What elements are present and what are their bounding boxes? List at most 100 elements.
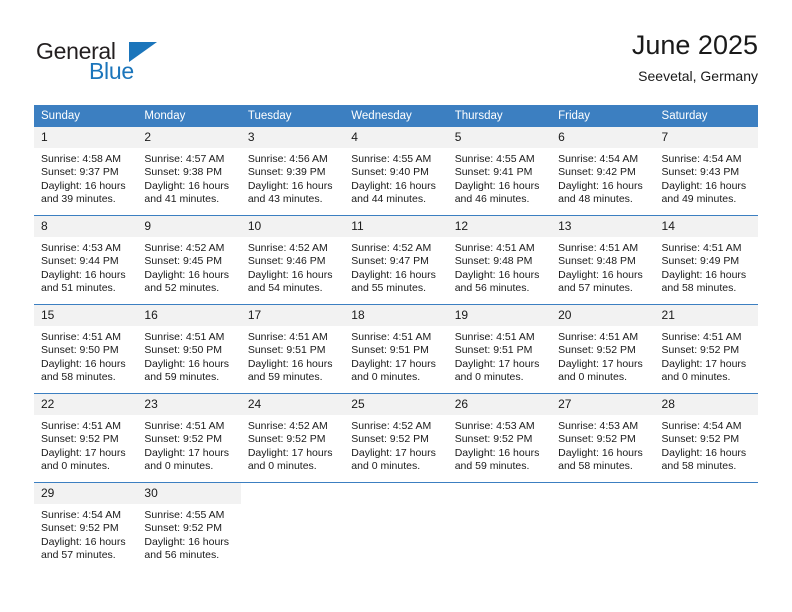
daylight-text-line1: Daylight: 16 hours [454, 446, 540, 459]
calendar-day-cell[interactable] [344, 482, 448, 571]
calendar-day-cell[interactable]: 18 Sunrise: 4:51 AM Sunset: 9:51 PM Dayligh… [344, 304, 448, 394]
day-info: Sunrise: 4:55 AM Sunset: 9:40 PM Daylight:… [344, 148, 447, 207]
calendar-day-cell[interactable]: 15 Sunrise: 4:51 AM Sunset: 9:50 PM Dayligh… [34, 304, 138, 394]
sunrise-text: Sunrise: 4:57 AM [144, 153, 225, 165]
calendar-day-cell[interactable]: 5 Sunrise: 4:55 AM Sunset: 9:41 PM Daylight… [447, 127, 552, 216]
sunrise-text: Sunrise: 4:53 AM [454, 420, 535, 432]
day-info: Sunrise: 4:52 AM Sunset: 9:45 PM Daylight:… [137, 237, 240, 296]
day-cell-inner: 24 Sunrise: 4:52 AM Sunset: 9:52 PM Dayligh… [240, 394, 345, 482]
daylight-text-line1: Daylight: 16 hours [661, 446, 747, 459]
calendar-day-cell[interactable]: 2 Sunrise: 4:57 AM Sunset: 9:38 PM Daylight… [137, 127, 241, 216]
calendar-day-cell[interactable]: 16 Sunrise: 4:51 AM Sunset: 9:50 PM Dayligh… [137, 304, 241, 394]
daylight-text-line1: Daylight: 17 hours [351, 357, 436, 370]
daylight-text-line1: Daylight: 17 hours [454, 357, 540, 370]
calendar-day-cell[interactable]: 4 Sunrise: 4:55 AM Sunset: 9:40 PM Daylight… [344, 127, 448, 216]
calendar-day-cell[interactable]: 7 Sunrise: 4:54 AM Sunset: 9:43 PM Daylight… [654, 127, 758, 216]
day-cell-inner: 18 Sunrise: 4:51 AM Sunset: 9:51 PM Dayligh… [344, 305, 448, 393]
day-info: Sunrise: 4:54 AM Sunset: 9:42 PM Daylight:… [551, 148, 654, 207]
calendar-page: General Blue June 2025 Seevetal, Germany… [0, 0, 792, 612]
logo-text-blue: Blue [89, 58, 134, 84]
calendar-day-cell[interactable]: 13 Sunrise: 4:51 AM Sunset: 9:48 PM Dayligh… [551, 215, 655, 305]
day-cell-inner [654, 483, 758, 571]
day-number: 22 [34, 394, 138, 415]
sunrise-text: Sunrise: 4:54 AM [41, 509, 121, 521]
calendar-day-cell[interactable]: 30 Sunrise: 4:55 AM Sunset: 9:52 PM Dayligh… [137, 482, 241, 571]
day-number: 20 [551, 305, 655, 326]
calendar-day-cell[interactable]: 27 Sunrise: 4:53 AM Sunset: 9:52 PM Dayligh… [551, 393, 655, 483]
sunset-text: Sunset: 9:48 PM [454, 255, 533, 268]
daylight-text-line1: Daylight: 16 hours [661, 268, 747, 281]
sunrise-text: Sunrise: 4:52 AM [144, 242, 225, 254]
day-cell-inner: 25 Sunrise: 4:52 AM Sunset: 9:52 PM Dayligh… [344, 394, 448, 482]
daylight-text-line1: Daylight: 16 hours [144, 179, 230, 192]
calendar-day-cell[interactable]: 19 Sunrise: 4:51 AM Sunset: 9:51 PM Dayligh… [447, 304, 552, 394]
calendar-day-cell[interactable] [447, 482, 552, 571]
calendar-day-cell[interactable]: 23 Sunrise: 4:51 AM Sunset: 9:52 PM Dayligh… [137, 393, 241, 483]
daylight-text-line2: and 41 minutes. [144, 193, 220, 206]
daylight-text-line1: Daylight: 16 hours [351, 268, 436, 281]
calendar-day-cell[interactable] [654, 482, 758, 571]
sunrise-text: Sunrise: 4:54 AM [661, 420, 742, 432]
sunrise-text: Sunrise: 4:55 AM [454, 153, 535, 165]
calendar-day-cell[interactable]: 12 Sunrise: 4:51 AM Sunset: 9:48 PM Dayligh… [447, 215, 552, 305]
weekday-header-monday: Monday [137, 105, 241, 127]
day-number: 15 [34, 305, 138, 326]
day-info: Sunrise: 4:51 AM Sunset: 9:52 PM Daylight:… [655, 326, 758, 385]
daylight-text-line2: and 59 minutes. [247, 371, 323, 384]
sunrise-text: Sunrise: 4:51 AM [351, 331, 432, 343]
day-info: Sunrise: 4:53 AM Sunset: 9:44 PM Daylight:… [34, 237, 137, 296]
day-cell-inner: 11 Sunrise: 4:52 AM Sunset: 9:47 PM Dayligh… [344, 216, 448, 304]
sunset-text: Sunset: 9:46 PM [247, 255, 326, 268]
calendar-day-cell[interactable]: 6 Sunrise: 4:54 AM Sunset: 9:42 PM Daylight… [551, 127, 655, 216]
calendar-day-cell[interactable]: 17 Sunrise: 4:51 AM Sunset: 9:51 PM Dayligh… [240, 304, 345, 394]
calendar-day-cell[interactable]: 14 Sunrise: 4:51 AM Sunset: 9:49 PM Dayligh… [654, 215, 758, 305]
day-cell-inner: 10 Sunrise: 4:52 AM Sunset: 9:46 PM Dayligh… [240, 216, 345, 304]
calendar-day-cell[interactable]: 22 Sunrise: 4:51 AM Sunset: 9:52 PM Dayligh… [34, 393, 138, 483]
day-cell-inner: 1 Sunrise: 4:58 AM Sunset: 9:37 PM Daylight… [34, 127, 138, 215]
day-info: Sunrise: 4:57 AM Sunset: 9:38 PM Daylight:… [137, 148, 240, 207]
day-cell-inner: 8 Sunrise: 4:53 AM Sunset: 9:44 PM Daylight… [34, 216, 138, 304]
sunrise-text: Sunrise: 4:55 AM [144, 509, 225, 521]
calendar-day-cell[interactable]: 1 Sunrise: 4:58 AM Sunset: 9:37 PM Daylight… [34, 127, 138, 216]
daylight-text-line1: Daylight: 16 hours [247, 179, 333, 192]
calendar-day-cell[interactable]: 26 Sunrise: 4:53 AM Sunset: 9:52 PM Dayligh… [447, 393, 552, 483]
calendar-day-cell[interactable]: 28 Sunrise: 4:54 AM Sunset: 9:52 PM Dayligh… [654, 393, 758, 483]
daylight-text-line1: Daylight: 17 hours [247, 446, 333, 459]
daylight-text-line2: and 46 minutes. [454, 193, 530, 206]
sunrise-text: Sunrise: 4:55 AM [351, 153, 432, 165]
daylight-text-line2: and 55 minutes. [351, 282, 426, 295]
day-cell-inner: 28 Sunrise: 4:54 AM Sunset: 9:52 PM Dayligh… [654, 394, 758, 482]
calendar-day-cell[interactable] [551, 482, 655, 571]
day-info: Sunrise: 4:53 AM Sunset: 9:52 PM Daylight:… [448, 415, 551, 474]
calendar-day-cell[interactable] [240, 482, 345, 571]
sunrise-text: Sunrise: 4:51 AM [661, 242, 742, 254]
calendar-day-cell[interactable]: 20 Sunrise: 4:51 AM Sunset: 9:52 PM Dayligh… [551, 304, 655, 394]
daylight-text-line1: Daylight: 16 hours [41, 268, 126, 281]
calendar-day-cell[interactable]: 29 Sunrise: 4:54 AM Sunset: 9:52 PM Dayligh… [34, 482, 138, 571]
calendar-day-cell[interactable]: 8 Sunrise: 4:53 AM Sunset: 9:44 PM Daylight… [34, 215, 138, 305]
calendar-day-cell[interactable]: 3 Sunrise: 4:56 AM Sunset: 9:39 PM Daylight… [240, 127, 345, 216]
daylight-text-line1: Daylight: 17 hours [661, 357, 747, 370]
calendar-day-cell[interactable]: 25 Sunrise: 4:52 AM Sunset: 9:52 PM Dayligh… [344, 393, 448, 483]
day-number: 1 [34, 127, 138, 148]
daylight-text-line1: Daylight: 16 hours [454, 179, 540, 192]
calendar-day-cell[interactable]: 21 Sunrise: 4:51 AM Sunset: 9:52 PM Dayligh… [654, 304, 758, 394]
calendar-day-cell[interactable]: 24 Sunrise: 4:52 AM Sunset: 9:52 PM Dayligh… [240, 393, 345, 483]
day-info: Sunrise: 4:51 AM Sunset: 9:51 PM Daylight:… [448, 326, 551, 385]
daylight-text-line1: Daylight: 16 hours [558, 179, 643, 192]
daylight-text-line2: and 59 minutes. [144, 371, 220, 384]
day-cell-inner: 29 Sunrise: 4:54 AM Sunset: 9:52 PM Dayligh… [34, 483, 138, 571]
daylight-text-line1: Daylight: 16 hours [144, 268, 230, 281]
sunset-text: Sunset: 9:43 PM [661, 166, 740, 179]
day-number: 23 [137, 394, 241, 415]
daylight-text-line2: and 56 minutes. [454, 282, 530, 295]
daylight-text-line2: and 0 minutes. [144, 460, 214, 473]
calendar-day-cell[interactable]: 10 Sunrise: 4:52 AM Sunset: 9:46 PM Dayligh… [240, 215, 345, 305]
calendar-day-cell[interactable]: 11 Sunrise: 4:52 AM Sunset: 9:47 PM Dayligh… [344, 215, 448, 305]
day-number: 11 [344, 216, 448, 237]
calendar-day-cell[interactable]: 9 Sunrise: 4:52 AM Sunset: 9:45 PM Daylight… [137, 215, 241, 305]
daylight-text-line1: Daylight: 16 hours [454, 268, 540, 281]
sunrise-text: Sunrise: 4:53 AM [41, 242, 121, 254]
sunset-text: Sunset: 9:52 PM [454, 433, 533, 446]
sunset-text: Sunset: 9:47 PM [351, 255, 429, 268]
